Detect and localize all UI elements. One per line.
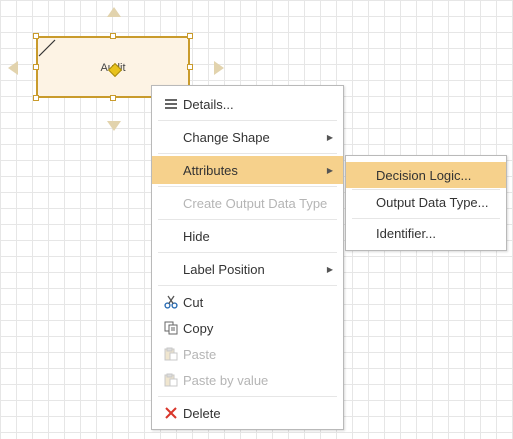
paste-icon — [164, 373, 178, 387]
menu-separator — [352, 218, 500, 219]
arrow-down-icon[interactable] — [107, 121, 121, 131]
resize-handle-nw[interactable] — [33, 33, 39, 39]
corner-line-icon — [38, 39, 56, 57]
menu-item-delete[interactable]: Delete — [152, 399, 343, 427]
menu-item-label: Hide — [183, 228, 210, 244]
menu-separator — [158, 153, 337, 154]
arrow-right-icon[interactable] — [214, 61, 224, 75]
menu-item-cut[interactable]: Cut — [152, 288, 343, 316]
menu-item-copy[interactable]: Copy — [152, 314, 343, 342]
submenu-item-label: Output Data Type... — [376, 194, 489, 210]
menu-item-label: Paste — [183, 346, 217, 362]
menu-item-details[interactable]: Details... — [152, 90, 343, 118]
resize-handle-w[interactable] — [33, 64, 39, 70]
delete-x-icon — [165, 407, 177, 419]
resize-handle-sw[interactable] — [33, 95, 39, 101]
submenu-item-label: Identifier... — [376, 225, 436, 241]
submenu-arrow-icon: ▶ — [326, 264, 333, 274]
resize-handle-n[interactable] — [110, 33, 116, 39]
submenu-arrow-icon: ▶ — [326, 165, 333, 175]
arrow-left-icon[interactable] — [8, 61, 18, 75]
submenu-item-output-data-type[interactable]: Output Data Type... — [346, 189, 506, 215]
arrow-up-icon[interactable] — [107, 7, 121, 17]
menu-separator — [158, 285, 337, 286]
submenu-arrow-icon: ▶ — [326, 132, 333, 142]
menu-item-label: Delete — [183, 405, 221, 421]
menu-separator — [158, 186, 337, 187]
menu-item-attributes[interactable]: Attributes ▶ — [152, 156, 343, 184]
submenu-item-label: Decision Logic... — [376, 167, 472, 183]
menu-item-label: Attributes — [183, 162, 238, 178]
attributes-submenu: Decision Logic... Output Data Type... Id… — [345, 155, 507, 251]
menu-item-label: Details... — [183, 96, 234, 112]
scissors-icon — [164, 295, 178, 309]
menu-item-label: Change Shape — [183, 129, 270, 145]
menu-item-change-shape[interactable]: Change Shape ▶ — [152, 123, 343, 151]
menu-item-label: Copy — [183, 320, 214, 336]
submenu-item-decision-logic[interactable]: Decision Logic... — [346, 162, 506, 188]
menu-separator — [158, 396, 337, 397]
menu-item-label: Label Position — [183, 261, 265, 277]
menu-item-label-position[interactable]: Label Position ▶ — [152, 255, 343, 283]
copy-icon — [164, 321, 178, 335]
menu-item-hide[interactable]: Hide — [152, 222, 343, 250]
resize-handle-e[interactable] — [187, 64, 193, 70]
menu-separator — [158, 219, 337, 220]
list-icon — [165, 99, 177, 109]
menu-item-paste[interactable]: Paste — [152, 340, 343, 368]
resize-handle-ne[interactable] — [187, 33, 193, 39]
menu-separator — [158, 252, 337, 253]
resize-handle-s[interactable] — [110, 95, 116, 101]
context-menu: Details... Change Shape ▶ Attributes ▶ C… — [151, 85, 344, 430]
menu-item-create-output-data-type[interactable]: Create Output Data Type — [152, 189, 343, 217]
menu-item-label: Create Output Data Type — [183, 195, 328, 211]
menu-separator — [158, 120, 337, 121]
paste-icon — [164, 347, 178, 361]
menu-item-paste-by-value[interactable]: Paste by value — [152, 366, 343, 394]
menu-item-label: Paste by value — [183, 372, 269, 388]
menu-item-label: Cut — [183, 294, 204, 310]
submenu-item-identifier[interactable]: Identifier... — [346, 220, 506, 246]
